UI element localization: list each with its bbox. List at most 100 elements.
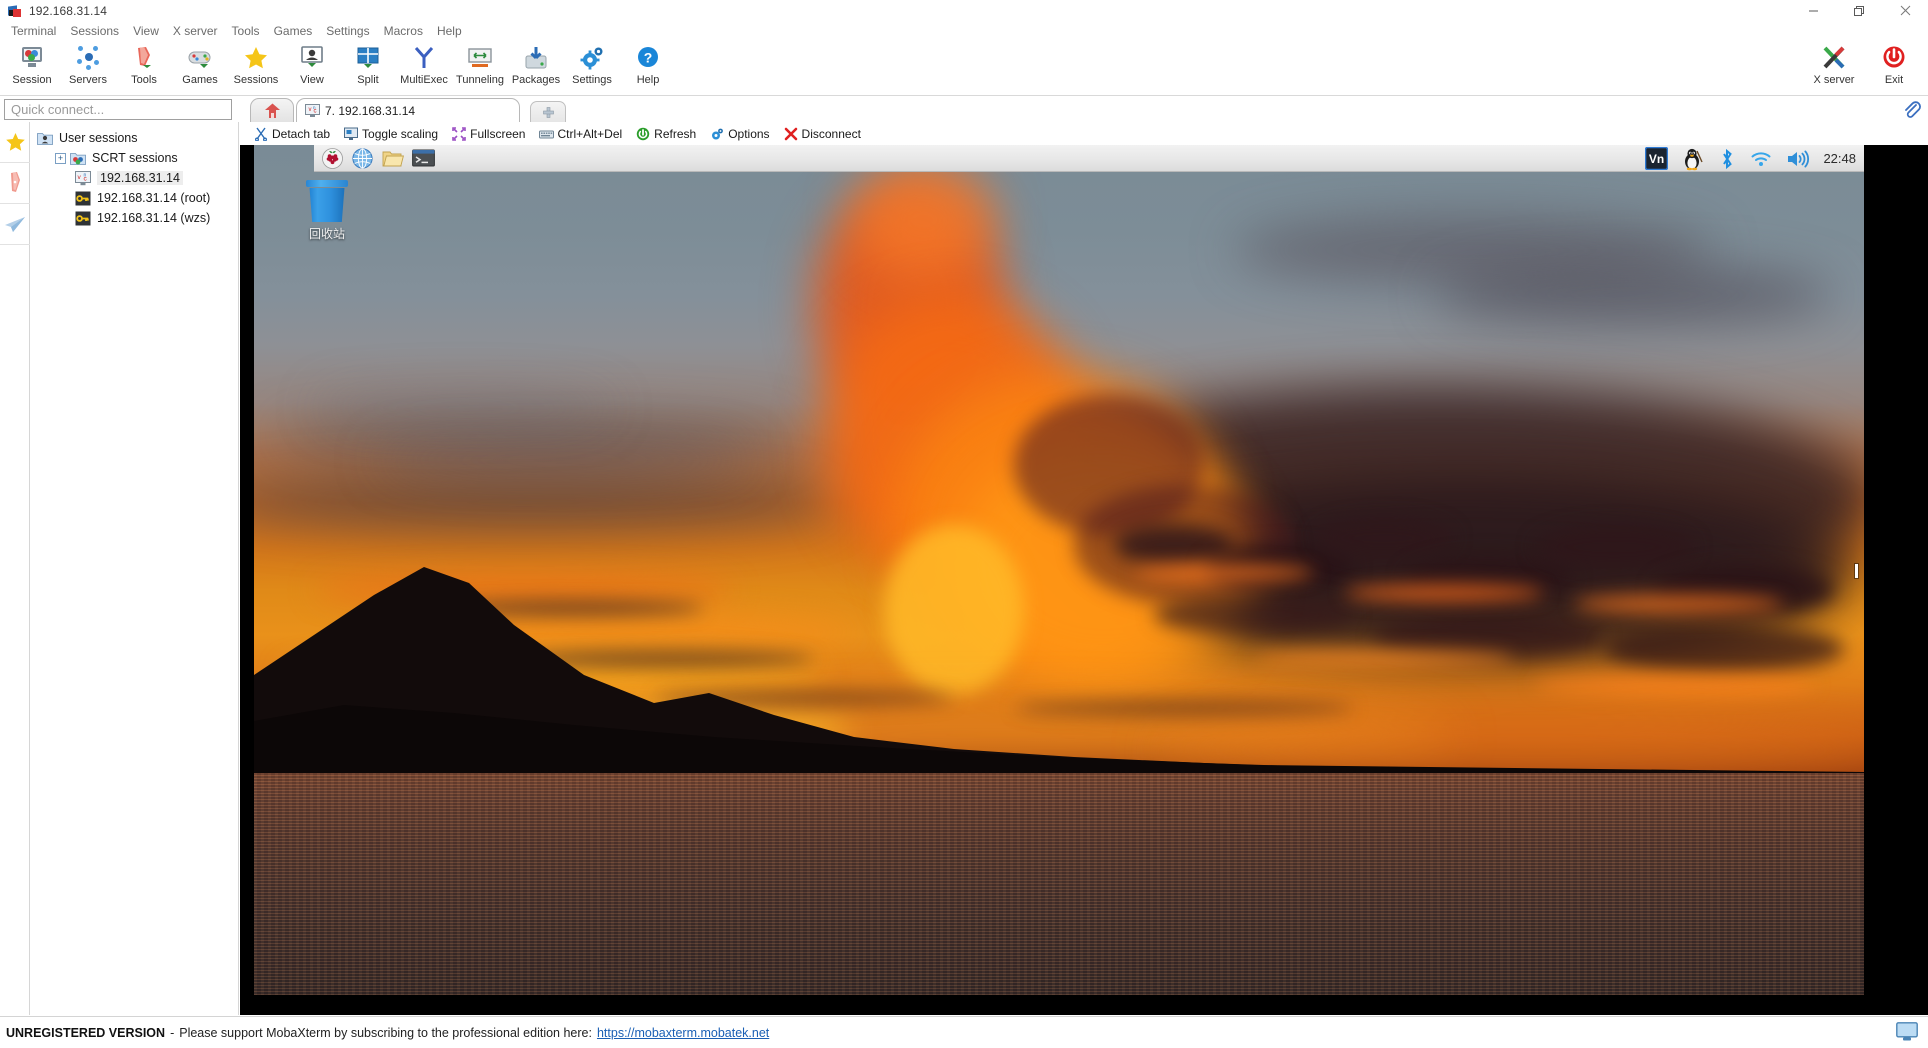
display-icon[interactable] <box>1896 1022 1918 1047</box>
minimize-button[interactable] <box>1790 0 1836 21</box>
toolbar-x-server-button[interactable]: X server <box>1804 40 1864 95</box>
desktop-icon-trash[interactable]: 回收站 <box>292 180 362 242</box>
menu-view[interactable]: View <box>126 22 166 40</box>
desktop-icon-label: 回收站 <box>308 227 345 241</box>
ctrl-alt-del-button[interactable]: Ctrl+Alt+Del <box>533 125 628 143</box>
quick-connect-input[interactable]: Quick connect... <box>4 99 232 120</box>
toolbar-session-button[interactable]: Session <box>4 40 60 95</box>
menu-macros[interactable]: Macros <box>377 22 430 40</box>
fullscreen-button[interactable]: Fullscreen <box>446 125 531 143</box>
detach-tab-button[interactable]: Detach tab <box>248 125 336 143</box>
svg-text:?: ? <box>644 50 653 66</box>
tree-row-ssh-wzs[interactable]: 192.168.31.14 (wzs) <box>31 208 238 228</box>
menu-tools[interactable]: Tools <box>225 22 267 40</box>
toolbar-tools-button[interactable]: Tools <box>116 40 172 95</box>
remote-cursor <box>1855 564 1858 578</box>
toolbar-games-label: Games <box>182 74 218 86</box>
toggle-scaling-button[interactable]: Toggle scaling <box>338 125 444 143</box>
menu-help[interactable]: Help <box>430 22 469 40</box>
statusbar-link[interactable]: https://mobaxterm.mobatek.net <box>597 1026 769 1040</box>
tree-row-ssh-root[interactable]: 192.168.31.14 (root) <box>31 188 238 208</box>
remote-desktop[interactable]: Vn 22:48 回收站 <box>254 145 1864 995</box>
trash-lid <box>306 180 348 187</box>
expander-icon[interactable]: + <box>55 152 66 164</box>
menubar: Terminal Sessions View X server Tools Ga… <box>0 21 1928 40</box>
settings-gear-icon <box>579 45 605 71</box>
menu-settings[interactable]: Settings <box>319 22 376 40</box>
menu-x-server[interactable]: X server <box>166 22 225 40</box>
svg-text:Vn: Vn <box>1649 152 1664 166</box>
sidebar-icon-strip <box>0 122 30 1015</box>
view-icon <box>299 45 325 71</box>
sidebar-item-favorites[interactable] <box>0 122 30 163</box>
toolbar-session-label: Session <box>12 74 52 86</box>
folder-sessions-icon <box>70 151 86 166</box>
statusbar-message: Please support MobaXterm by subscribing … <box>179 1025 592 1040</box>
ctrl-alt-del-label: Ctrl+Alt+Del <box>557 126 623 141</box>
tree-label: User sessions <box>59 131 138 145</box>
remote-taskbar[interactable]: Vn 22:48 <box>314 145 1864 172</box>
tree-row-vnc-session[interactable]: v c n 192.168.31.14 <box>31 168 238 188</box>
new-tab-button[interactable] <box>530 101 566 122</box>
toolbar-games-button[interactable]: Games <box>172 40 228 95</box>
menu-sessions[interactable]: Sessions <box>63 22 126 40</box>
toolbar-view-button[interactable]: View <box>284 40 340 95</box>
bluetooth-icon[interactable] <box>1718 148 1736 170</box>
svg-text:n: n <box>84 172 87 178</box>
toolbar-packages-button[interactable]: Packages <box>508 40 564 95</box>
toolbar-tunneling-button[interactable]: Tunneling <box>452 40 508 95</box>
toolbar-sessions-label: Sessions <box>233 74 279 86</box>
scissors-icon <box>254 127 268 142</box>
sessions-star-icon <box>243 45 269 71</box>
session-icon <box>19 45 45 71</box>
sidebar-item-tools[interactable] <box>0 163 30 204</box>
x-server-icon <box>1821 45 1847 71</box>
wifi-icon[interactable] <box>1749 148 1773 170</box>
tabbar: Quick connect... v c n 7. 192.168.31.14 <box>0 96 1928 218</box>
volume-icon[interactable] <box>1786 148 1810 170</box>
vnc-viewer[interactable]: Vn 22:48 回收站 <box>240 145 1928 1015</box>
maximize-button[interactable] <box>1836 0 1882 21</box>
toolbar-settings-button[interactable]: Settings <box>564 40 620 95</box>
toolbar-exit-button[interactable]: Exit <box>1864 40 1924 95</box>
tree-row-user-sessions[interactable]: User sessions <box>31 128 238 148</box>
toolbar-exit-label: Exit <box>1884 74 1904 86</box>
menu-games[interactable]: Games <box>267 22 320 40</box>
attachment-clip-icon[interactable] <box>1902 100 1922 120</box>
close-button[interactable] <box>1882 0 1928 21</box>
fullscreen-label: Fullscreen <box>470 126 526 141</box>
options-button[interactable]: Options <box>704 125 775 143</box>
refresh-button[interactable]: Refresh <box>630 125 702 143</box>
tools-icon <box>131 45 157 71</box>
toolbar-tunneling-label: Tunneling <box>456 74 504 86</box>
help-icon: ? <box>635 45 661 71</box>
toolbar-multiexec-button[interactable]: MultiExec <box>396 40 452 95</box>
taskbar-system-tray: Vn 22:48 <box>1645 145 1856 172</box>
raspberry-menu-icon[interactable] <box>322 147 343 169</box>
toolbar-split-button[interactable]: Split <box>340 40 396 95</box>
tree-row-scrt-sessions[interactable]: + SCRT sessions <box>31 148 238 168</box>
window-controls <box>1790 0 1928 21</box>
terminal-icon[interactable] <box>412 148 435 169</box>
left-sidebar: User sessions + SCRT sessions v c n 192.… <box>0 122 240 1015</box>
web-browser-icon[interactable] <box>352 147 373 169</box>
disconnect-button[interactable]: Disconnect <box>778 125 867 143</box>
toolbar-sessions-button[interactable]: Sessions <box>228 40 284 95</box>
home-tab[interactable] <box>250 98 294 122</box>
toolbar-help-button[interactable]: ? Help <box>620 40 676 95</box>
sidebar-item-macros[interactable] <box>0 204 30 245</box>
trash-icon <box>309 188 345 222</box>
mobaxterm-icon <box>8 4 22 18</box>
tunneling-icon <box>467 45 493 71</box>
file-manager-icon[interactable] <box>382 148 404 169</box>
session-tree: User sessions + SCRT sessions v c n 192.… <box>31 122 239 1015</box>
tux-penguin-icon[interactable] <box>1681 147 1705 171</box>
games-icon <box>187 45 213 71</box>
vnc-tray-icon[interactable]: Vn <box>1645 146 1669 171</box>
paper-plane-icon <box>5 217 25 232</box>
toolbar-tools-label: Tools <box>131 74 157 86</box>
menu-terminal[interactable]: Terminal <box>4 22 63 40</box>
tab-vnc-session[interactable]: v c n 7. 192.168.31.14 <box>296 98 520 122</box>
toolbar-servers-button[interactable]: Servers <box>60 40 116 95</box>
window-title: 192.168.31.14 <box>29 3 108 18</box>
